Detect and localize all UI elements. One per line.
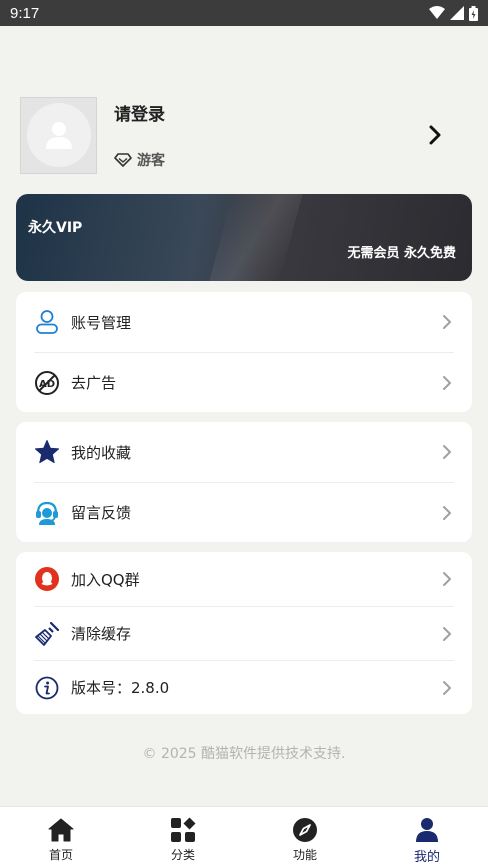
status-time: 9:17	[10, 4, 40, 22]
battery-icon	[469, 5, 478, 21]
menu-card-favorites: 我的收藏 留言反馈	[16, 422, 472, 542]
chevron-right-icon[interactable]	[420, 120, 450, 150]
chevron-right-icon	[440, 373, 454, 393]
star-icon	[34, 439, 60, 465]
wifi-icon	[429, 6, 445, 19]
headset-support-icon	[34, 500, 60, 526]
menu-item-label: 版本号：2.8.0	[71, 679, 170, 697]
menu-card-misc: 加入QQ群 清除缓存 版本号：2.8.0	[16, 552, 472, 714]
nav-label: 我的	[413, 850, 440, 865]
vip-subtitle: 无需会员 永久免费	[347, 246, 456, 261]
nav-label: 分类	[170, 848, 195, 862]
home-icon	[47, 816, 75, 844]
chevron-right-icon	[440, 624, 454, 644]
profile-header[interactable]: 请登录 游客	[20, 96, 450, 174]
avatar[interactable]	[20, 96, 97, 174]
diamond-icon	[114, 152, 132, 167]
avatar-placeholder-icon	[26, 103, 91, 167]
menu-item-label: 留言反馈	[71, 504, 132, 522]
profile-icon	[413, 816, 441, 844]
nav-item-features[interactable]: 功能	[244, 807, 366, 868]
status-icons	[429, 5, 478, 21]
chevron-right-icon	[440, 312, 454, 332]
nav-item-category[interactable]: 分类	[122, 807, 244, 868]
menu-item-label: 清除缓存	[71, 625, 132, 643]
person-outline-icon	[34, 309, 60, 335]
status-bar: 9:17	[0, 0, 488, 26]
menu-item-remove-ads[interactable]: AD 去广告	[34, 352, 454, 412]
nav-label: 功能	[292, 848, 317, 862]
menu-item-favorites[interactable]: 我的收藏	[34, 422, 454, 482]
chevron-right-icon	[440, 442, 454, 462]
chevron-right-icon	[440, 678, 454, 698]
menu-card-account: 账号管理 AD 去广告	[16, 292, 472, 412]
menu-item-label: 去广告	[71, 374, 117, 392]
bottom-nav: 首页 分类 功能 我的	[0, 806, 488, 868]
login-prompt[interactable]: 请登录	[114, 100, 450, 125]
menu-item-clear-cache[interactable]: 清除缓存	[34, 606, 454, 660]
info-icon	[34, 675, 60, 701]
profile-info: 请登录 游客	[114, 97, 450, 174]
chevron-right-icon	[440, 503, 454, 523]
compass-icon	[291, 816, 319, 844]
qq-icon	[34, 566, 60, 592]
category-icon	[169, 816, 197, 844]
guest-label: 游客	[137, 152, 165, 169]
menu-item-label: 我的收藏	[71, 443, 132, 462]
nav-label: 首页	[48, 848, 73, 862]
nav-item-me[interactable]: 我的	[366, 807, 488, 868]
menu-item-account[interactable]: 账号管理	[34, 292, 454, 352]
chevron-right-icon	[440, 569, 454, 589]
menu-item-version[interactable]: 版本号：2.8.0	[34, 660, 454, 714]
menu-item-label: 账号管理	[71, 313, 132, 332]
no-ad-icon: AD	[34, 370, 60, 396]
menu-item-qq-group[interactable]: 加入QQ群	[34, 552, 454, 606]
vip-banner-sheen	[209, 194, 303, 281]
vip-banner[interactable]: 永久VIP 无需会员 永久免费	[16, 194, 472, 281]
menu-item-label: 加入QQ群	[71, 570, 140, 589]
guest-badge: 游客	[114, 150, 450, 170]
vip-title: 永久VIP	[28, 220, 83, 236]
menu-item-feedback[interactable]: 留言反馈	[34, 482, 454, 542]
signal-icon	[450, 6, 464, 20]
broom-icon	[34, 621, 60, 647]
nav-item-home[interactable]: 首页	[0, 807, 122, 868]
copyright-note: © 2025 酷猫软件提供技术支持.	[142, 746, 346, 762]
